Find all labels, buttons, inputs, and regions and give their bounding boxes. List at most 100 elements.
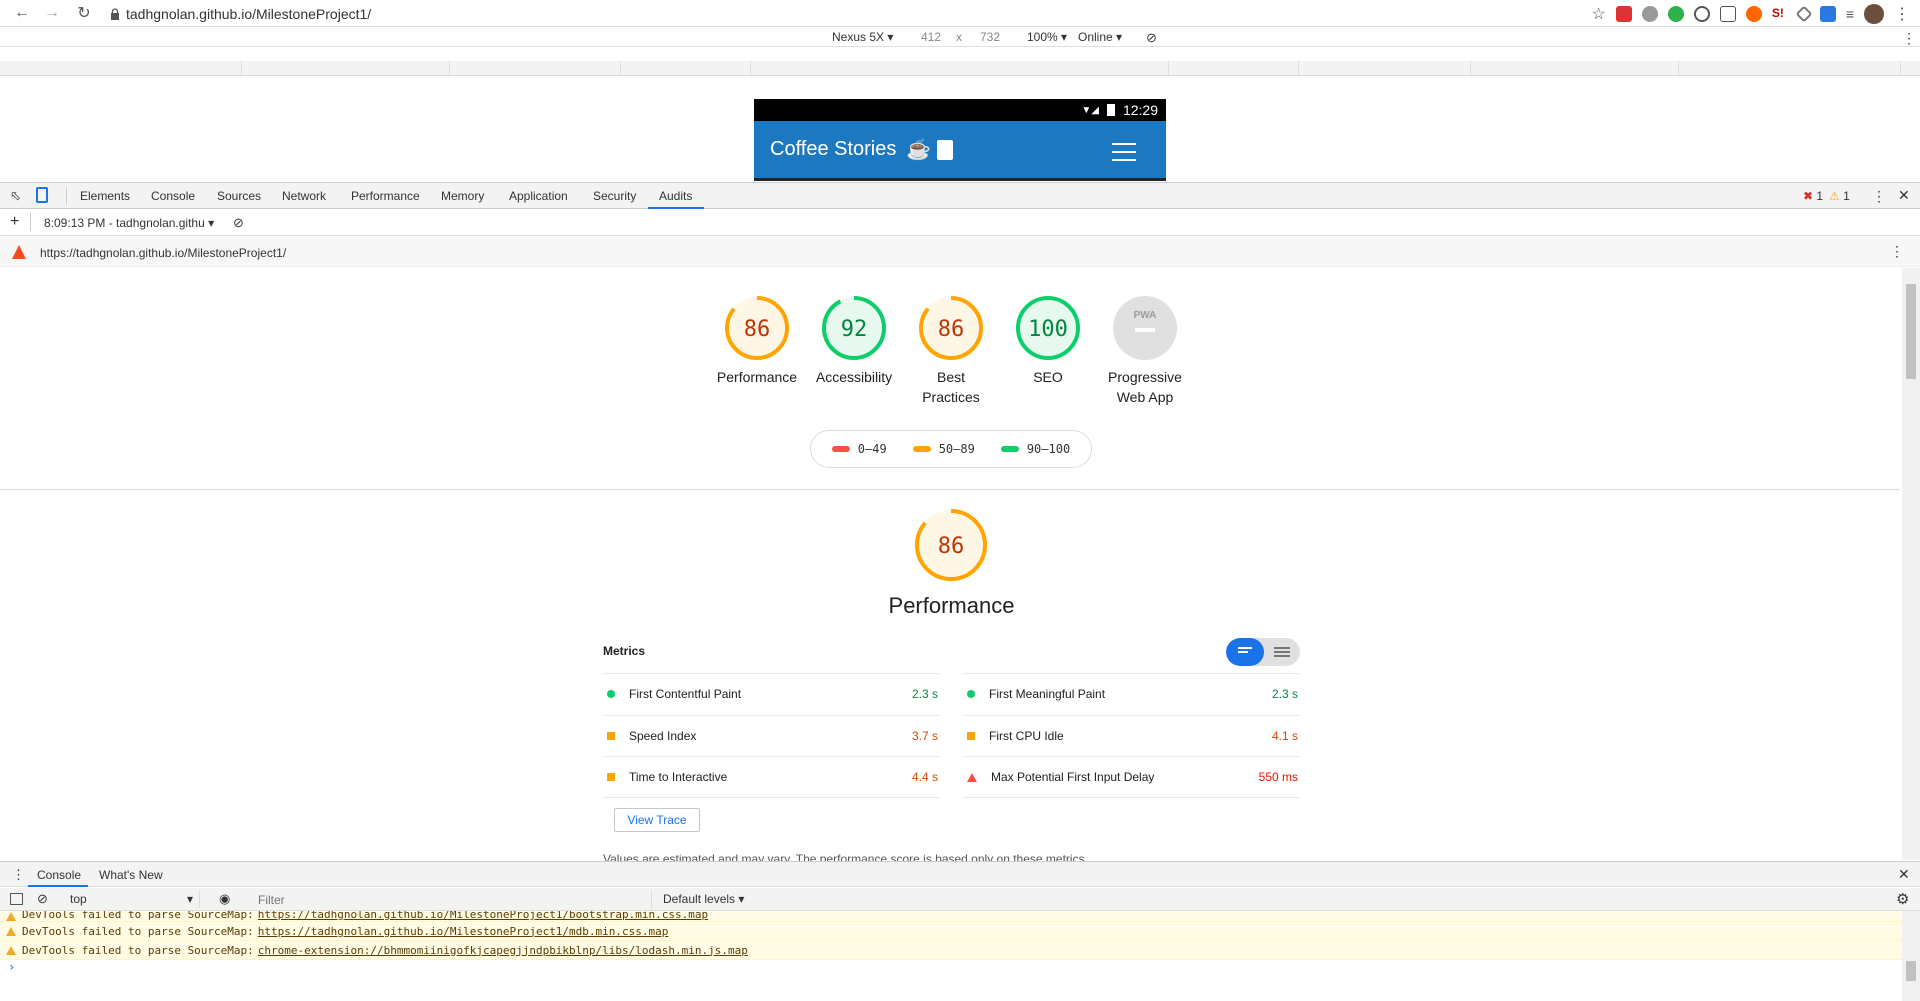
media-query-ruler — [0, 61, 1920, 76]
site-brand[interactable]: Coffee Stories — [770, 138, 896, 161]
device-select[interactable]: Nexus 5X ▾ — [832, 30, 893, 44]
rotate-icon[interactable]: ⊘ — [1146, 30, 1157, 46]
gauge-accessibility[interactable]: 92 Accessibility — [806, 294, 902, 387]
extension-orange-icon[interactable] — [1745, 5, 1762, 22]
pwa-badge: PWA — [1134, 310, 1157, 321]
tab-console[interactable]: Console — [151, 189, 195, 203]
legend-item-average: 50–89 — [912, 442, 975, 456]
console-link[interactable]: https://tadhgnolan.github.io/MilestonePr… — [258, 925, 669, 938]
drawer-active-indicator — [28, 885, 88, 887]
drawer-tab-whats-new[interactable]: What's New — [99, 868, 163, 882]
height-field[interactable]: 732 — [980, 30, 1000, 44]
devtools-menu-icon[interactable]: ⋮ — [1872, 188, 1886, 205]
device-mode-icon[interactable] — [36, 187, 48, 203]
new-audit-icon[interactable]: + — [10, 213, 19, 231]
forward-icon[interactable]: → — [38, 0, 66, 27]
chrome-menu-icon[interactable]: ⋮ — [1894, 4, 1910, 24]
gauge-seo[interactable]: 100 SEO — [1000, 294, 1096, 387]
metric-name: First CPU Idle — [989, 729, 1064, 743]
report-scrollbar[interactable] — [1902, 268, 1920, 860]
inspect-icon[interactable]: ⬁ — [10, 188, 21, 204]
metric-name: First Contentful Paint — [629, 687, 742, 701]
pwa-dash — [1135, 328, 1155, 332]
tab-performance[interactable]: Performance — [351, 189, 420, 203]
close-drawer-icon[interactable]: ✕ — [1898, 866, 1910, 883]
extension-blue-icon[interactable] — [1819, 5, 1836, 22]
network-select[interactable]: Online ▾ — [1078, 30, 1122, 44]
phone-time: 12:29 — [1122, 102, 1158, 118]
tab-application[interactable]: Application — [509, 189, 568, 203]
levels-select[interactable]: Default levels ▾ — [663, 892, 744, 906]
extension-green-icon[interactable] — [1667, 5, 1684, 22]
legend-swatch — [1000, 446, 1019, 452]
ruler-divider — [1678, 61, 1679, 76]
console-link[interactable]: https://tadhgnolan.github.io/MilestonePr… — [258, 911, 708, 921]
network-value: Online — [1078, 30, 1113, 44]
device-viewport[interactable]: ▼◢ 12:29 Coffee Stories ☕ — [754, 99, 1166, 181]
context-select[interactable]: top ▾ — [60, 890, 200, 908]
tab-audits[interactable]: Audits — [659, 189, 692, 203]
view-trace-button[interactable]: View Trace — [614, 808, 700, 832]
tab-sources[interactable]: Sources — [217, 189, 261, 203]
console-filter-input[interactable] — [252, 890, 652, 909]
average-icon — [967, 732, 975, 740]
expanded-view-icon[interactable] — [1274, 647, 1290, 659]
zoom-select[interactable]: 100% ▾ — [1027, 30, 1067, 44]
gauge-pwa[interactable]: PWA Progressive Web App — [1097, 294, 1193, 407]
extension-box-icon[interactable] — [1719, 5, 1736, 22]
tab-security[interactable]: Security — [593, 189, 636, 203]
report-menu-icon[interactable]: ⋮ — [1890, 243, 1904, 260]
metrics-view-toggle[interactable] — [1226, 638, 1300, 666]
error-count: 1 — [1816, 189, 1824, 203]
device-more-icon[interactable]: ⋮ — [1902, 30, 1916, 47]
metric-first-contentful-paint: First Contentful Paint 2.3 s — [603, 673, 940, 714]
gauge-best-practices[interactable]: 86 Best Practices — [903, 294, 999, 407]
warning-counter[interactable]: ⚠ 1 — [1829, 189, 1850, 203]
gauge-label: Best Practices — [922, 369, 980, 405]
close-devtools-icon[interactable]: ✕ — [1898, 187, 1910, 204]
extension-grey-icon[interactable] — [1641, 5, 1658, 22]
star-icon[interactable]: ☆ — [1591, 4, 1605, 24]
lock-icon — [111, 7, 119, 20]
width-field[interactable]: 412 — [921, 30, 941, 44]
ruler-divider — [750, 61, 751, 76]
tab-memory[interactable]: Memory — [441, 189, 484, 203]
error-counter[interactable]: ✖ 1 — [1803, 189, 1823, 203]
legend-item-pass: 90–100 — [1000, 442, 1070, 456]
tab-network[interactable]: Network — [282, 189, 326, 203]
section-divider — [0, 489, 1900, 490]
extension-red-icon[interactable] — [1615, 5, 1632, 22]
drawer-tab-console[interactable]: Console — [37, 868, 81, 882]
extension-outline-icon[interactable] — [1693, 5, 1710, 22]
tab-elements[interactable]: Elements — [80, 189, 130, 203]
clear-console-icon[interactable]: ⊘ — [37, 891, 48, 907]
clear-reports-icon[interactable]: ⊘ — [233, 215, 244, 231]
wifi-icon: ▼◢ — [1081, 104, 1099, 116]
sidebar-toggle-icon[interactable] — [10, 893, 23, 905]
reload-icon[interactable]: ↻ — [70, 0, 98, 27]
console-settings-icon[interactable]: ⚙ — [1896, 890, 1909, 908]
back-icon[interactable]: ← — [8, 0, 36, 27]
toggle-compact[interactable] — [1226, 638, 1264, 666]
report-select[interactable]: 8:09:13 PM - tadhgnolan.githu ▾ — [44, 216, 214, 230]
extension-s-icon[interactable]: S! — [1771, 5, 1788, 22]
console-prompt[interactable]: › — [0, 960, 1902, 979]
extension-hex-icon[interactable] — [1795, 5, 1813, 22]
gauge-performance[interactable]: 86 Performance — [709, 294, 805, 387]
address-bar[interactable]: tadhgnolan.github.io/MilestoneProject1/ — [110, 3, 371, 24]
hamburger-menu-icon[interactable] — [1112, 143, 1136, 167]
menu-lines-icon[interactable]: ≡ — [1846, 6, 1854, 22]
report-url[interactable]: https://tadhgnolan.github.io/MilestonePr… — [40, 246, 286, 260]
drawer-menu-icon[interactable]: ⋮ — [12, 867, 25, 883]
average-icon — [607, 732, 615, 740]
warning-count: 1 — [1843, 189, 1850, 203]
scrollbar-thumb[interactable] — [1906, 961, 1916, 981]
console-link[interactable]: chrome-extension://bhmmomiinigofkjcapegj… — [258, 944, 748, 957]
gauge-accessibility-ring: 92 — [822, 296, 886, 360]
browser-toolbar: ← → ↻ tadhgnolan.github.io/MilestoneProj… — [0, 0, 1920, 27]
console-scrollbar[interactable] — [1902, 911, 1920, 1001]
scrollbar-thumb[interactable] — [1906, 284, 1916, 379]
ruler-divider — [1168, 61, 1169, 76]
avatar[interactable] — [1864, 3, 1884, 24]
eye-icon[interactable]: ◉ — [219, 891, 230, 907]
